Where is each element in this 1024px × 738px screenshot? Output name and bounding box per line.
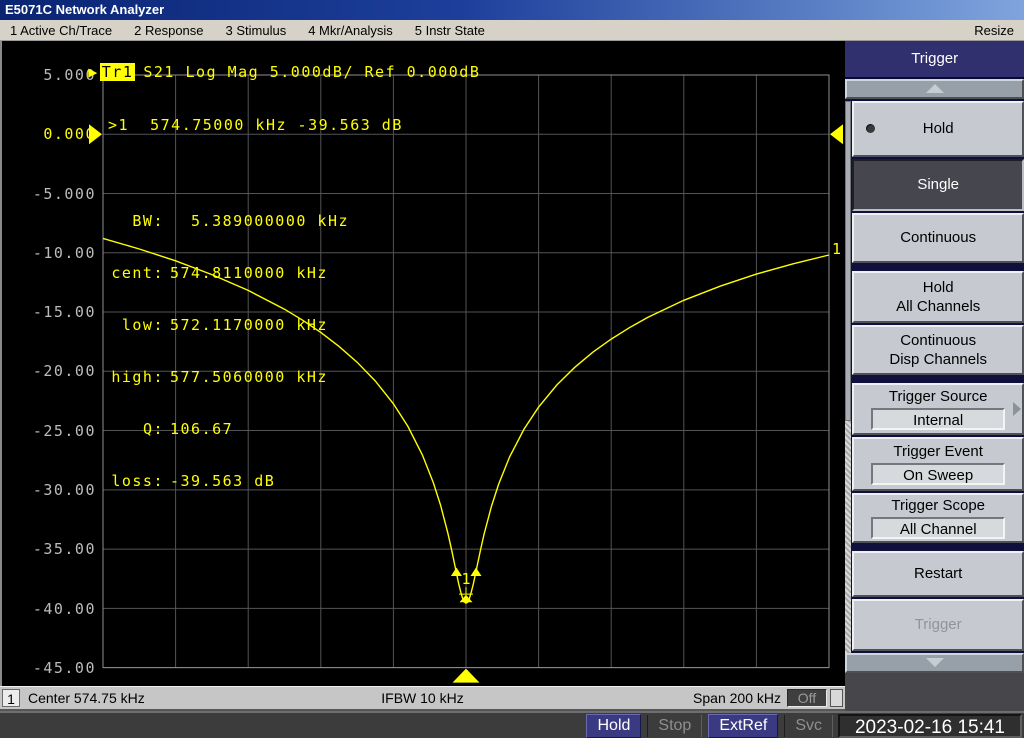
status-svc-indicator: Svc [784, 715, 833, 737]
y-axis-label: -5.000 [32, 185, 96, 203]
sweep-indicator-off: Off [787, 689, 827, 707]
cent-label: cent: [111, 264, 164, 282]
plot-main-area: 11 ▶ Tr1 S21 Log Mag 5.000dB/ Ref 0.000dB … [0, 41, 846, 686]
low-row: low: 572.1170000 kHz [108, 317, 403, 333]
instrument-status-bar: Hold Stop ExtRef Svc 2023-02-16 15:41 [0, 711, 1024, 738]
ref-level-marker-right-icon [830, 124, 843, 145]
selected-radio-dot-icon [866, 123, 876, 133]
cent-row: cent: 574.8110000 kHz [108, 265, 403, 281]
bandwidth-marker-icon [470, 567, 482, 577]
low-label: low: [121, 316, 164, 334]
trace-number-label: 1 [832, 240, 841, 258]
softkey-menu-title: Trigger [845, 41, 1024, 79]
sidebar-footer-extension [845, 686, 1024, 711]
y-axis-label: -35.00 [32, 540, 96, 558]
active-trace-arrow-icon: ▶ [88, 63, 99, 81]
low-value: 572.1170000 kHz [170, 316, 328, 334]
bandwidth-marker-icon [450, 567, 462, 577]
bandwidth-search-results: BW: 5.389000000 kHz cent: 574.8110000 kHz… [108, 177, 403, 525]
softkey-scroll-up-button[interactable] [845, 79, 1024, 99]
cent-value: 574.8110000 kHz [170, 264, 328, 282]
sidebar-trigger-menu: Trigger Hold Single Continuous Hold All … [845, 41, 1024, 686]
trace-format-label: S21 Log Mag 5.000dB/ Ref 0.000dB [143, 63, 481, 81]
status-extref-badge: ExtRef [708, 714, 779, 738]
softkey-continuous-disp-channels[interactable]: Continuous Disp Channels [852, 324, 1024, 375]
menu-item-resize[interactable]: Resize [974, 23, 1014, 38]
y-axis-label: -45.00 [32, 659, 96, 677]
softkey-restart[interactable]: Restart [852, 550, 1024, 597]
softkey-separator [852, 377, 1024, 381]
menu-item-response[interactable]: 2 Response [134, 23, 203, 38]
softkey-separator [852, 545, 1024, 549]
title-bar: E5071C Network Analyzer [0, 0, 1024, 20]
trigger-source-value: Internal [871, 408, 1006, 431]
softkey-trigger-event[interactable]: Trigger Event On Sweep [852, 436, 1024, 491]
status-stop-indicator: Stop [647, 715, 703, 737]
softkey-scrollbar-thumb[interactable] [845, 100, 852, 421]
softkey-trigger-source[interactable]: Trigger Source Internal [852, 382, 1024, 435]
status-hold-badge: Hold [586, 714, 642, 738]
high-row: high: 577.5060000 kHz [108, 369, 403, 385]
y-axis-label-ref: 0.000 [43, 125, 96, 143]
bw-row: BW: 5.389000000 kHz [108, 213, 403, 229]
trace-name-badge[interactable]: Tr1 [99, 63, 136, 81]
trigger-scope-value: All Channel [871, 517, 1006, 540]
window-title: E5071C Network Analyzer [5, 2, 165, 17]
marker1-readout-line: >1 574.75000 kHz -39.563 dB [108, 116, 403, 134]
arrow-down-icon [925, 658, 944, 668]
y-axis-label: -40.00 [32, 600, 96, 618]
menu-bar: 1 Active Ch/Trace 2 Response 3 Stimulus … [0, 20, 1024, 41]
analyzer-screen: E5071C Network Analyzer 1 Active Ch/Trac… [0, 0, 1024, 738]
marker-readout: >1 574.75000 kHz -39.563 dB BW: 5.389000… [108, 81, 403, 561]
softkey-hold-all-channels[interactable]: Hold All Channels [852, 270, 1024, 323]
sidebar-footer [845, 672, 1024, 686]
menu-item-mkr-analysis[interactable]: 4 Mkr/Analysis [308, 23, 393, 38]
menu-item-instr-state[interactable]: 5 Instr State [415, 23, 485, 38]
y-axis-label: -20.00 [32, 362, 96, 380]
softkey-hold[interactable]: Hold [852, 100, 1024, 157]
arrow-up-icon [925, 84, 944, 94]
softkey-continuous[interactable]: Continuous [852, 212, 1024, 263]
loss-value: -39.563 dB [170, 472, 276, 490]
y-axis-label: -15.00 [32, 303, 96, 321]
channel-bar-handle[interactable] [830, 689, 843, 707]
softkey-scrollbar[interactable] [845, 100, 852, 653]
trigger-event-value: On Sweep [871, 463, 1006, 486]
softkey-trigger-scope[interactable]: Trigger Scope All Channel [852, 492, 1024, 543]
softkey-trigger-disabled[interactable]: Trigger [852, 598, 1024, 651]
high-label: high: [111, 368, 164, 386]
y-axis-label: -30.00 [32, 481, 96, 499]
y-axis-label: -10.00 [32, 244, 96, 262]
softkey-scroll-down-button[interactable] [845, 652, 1024, 673]
datetime-display: 2023-02-16 15:41 [838, 714, 1022, 738]
channel-status-bar: 1 Center 574.75 kHz IFBW 10 kHz Span 200… [0, 686, 845, 711]
menu-item-stimulus[interactable]: 3 Stimulus [226, 23, 287, 38]
marker1-number-label: 1 [461, 570, 470, 588]
menu-item-active-ch-trace[interactable]: 1 Active Ch/Trace [10, 23, 112, 38]
y-axis-label: -25.00 [32, 422, 96, 440]
marker1-stimulus-icon [452, 668, 480, 683]
high-value: 577.5060000 kHz [170, 368, 328, 386]
loss-label: loss: [111, 472, 164, 490]
q-row: Q: 106.67 [108, 421, 403, 437]
span-label: Span 200 kHz [693, 690, 781, 706]
submenu-arrow-icon [1013, 401, 1021, 416]
bw-label: BW: [132, 212, 164, 230]
q-label: Q: [142, 420, 164, 438]
softkey-single[interactable]: Single [852, 158, 1024, 211]
softkey-list: Hold Single Continuous Hold All Channels… [845, 100, 1024, 653]
loss-row: loss: -39.563 dB [108, 473, 403, 489]
bw-value: 5.389000000 kHz [170, 212, 350, 230]
q-value: 106.67 [170, 420, 234, 438]
softkey-separator [852, 265, 1024, 269]
